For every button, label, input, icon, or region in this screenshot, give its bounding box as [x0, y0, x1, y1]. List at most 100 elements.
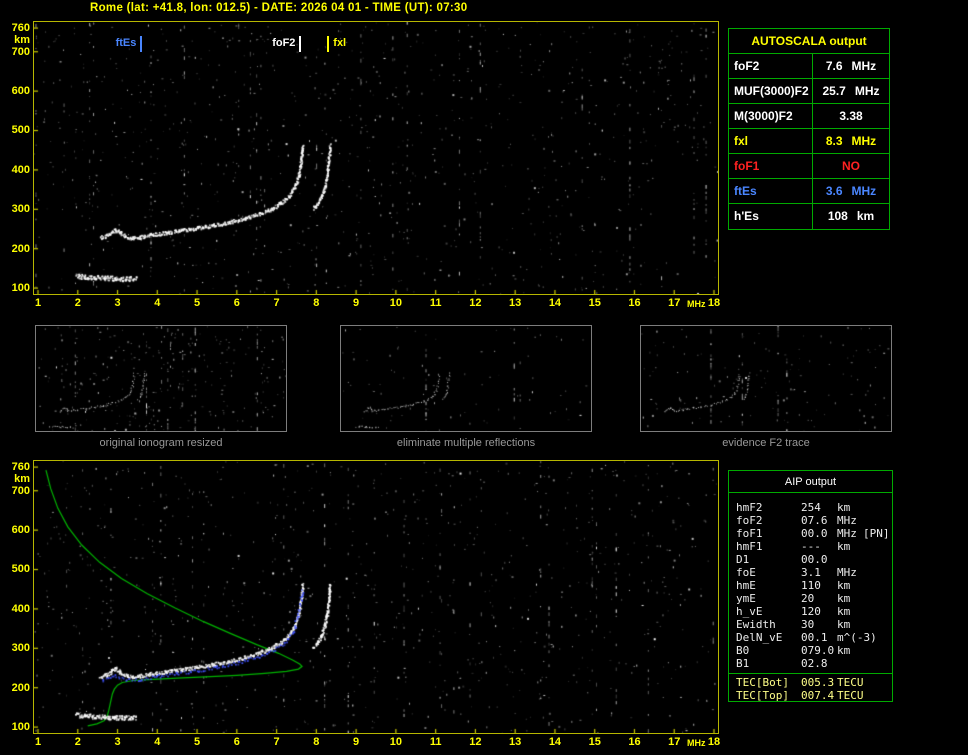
aip-row-hmE: hmE 110 km — [736, 579, 851, 592]
x-axis-label: 3 — [114, 297, 121, 309]
param-value: 3.38 — [839, 109, 863, 123]
main-ionogram-panel — [33, 21, 719, 295]
marker-line-fxl — [327, 36, 330, 52]
thumbnail-cleaned-canvas — [341, 326, 591, 431]
aip-row-foE: foE 3.1 MHz — [736, 566, 857, 579]
x-axis-label: 8 — [313, 297, 320, 309]
x-axis-label: 7 — [273, 736, 280, 748]
y-axis-label: 200 — [11, 242, 30, 255]
x-axis-label: 17 — [668, 297, 681, 309]
x-axis-label: 14 — [548, 736, 562, 748]
autoscala-table-title: AUTOSCALA output — [729, 29, 889, 54]
autoscala-row-MUF(3000)F2: MUF(3000)F2 25.7 MHz — [729, 79, 889, 104]
thumbnail-f2-trace — [640, 325, 892, 432]
autoscala-output-table: AUTOSCALA output foF2 7.6 MHz MUF(3000)F2 25… — [728, 28, 890, 230]
x-axis-label: 16 — [628, 736, 641, 748]
param-value: NO — [842, 159, 860, 173]
param-name: MUF(3000)F2 — [729, 79, 813, 103]
x-axis-label: 15 — [588, 736, 601, 748]
thumbnail-f2-trace-canvas — [641, 326, 891, 431]
x-axis-unit: MHz — [686, 738, 706, 748]
y-axis-label: 700 — [11, 45, 30, 58]
x-axis-label: 10 — [389, 736, 402, 748]
param-name: M(3000)F2 — [729, 104, 813, 128]
thumbnail-multiple-reflections-removed — [340, 325, 592, 432]
marker-label-fxl: fxl — [333, 37, 347, 49]
x-axis-label: 7 — [273, 297, 280, 309]
x-axis-label: 1 — [34, 297, 42, 309]
aip-row-foF2: foF2 07.6 MHz — [736, 514, 857, 527]
y-axis-label: 600 — [11, 524, 30, 537]
param-value: 108 km — [827, 209, 875, 223]
x-axis-label: 12 — [469, 297, 482, 309]
x-axis-label: 16 — [628, 297, 641, 309]
x-axis-label: 15 — [588, 297, 601, 309]
y-axis-label: 400 — [11, 163, 30, 176]
aip-row-TEC[Bot]: TEC[Bot] 005.3 TECU — [736, 676, 864, 689]
y-axis-label: 500 — [11, 124, 30, 137]
param-name: foF1 — [729, 154, 813, 178]
aip-row-hmF2: hmF2 254 km — [736, 501, 851, 514]
aip-row-Ewidth: Ewidth 30 km — [736, 618, 851, 631]
param-value: 8.3 MHz — [825, 134, 877, 148]
aip-table-title: AIP output — [729, 471, 892, 493]
x-axis-label: 6 — [233, 297, 240, 309]
aip-row-DelN_vE: DelN_vE 00.1 m^(-3) — [736, 631, 877, 644]
autoscala-table-body: foF2 7.6 MHz MUF(3000)F2 25.7 MHz M(3000)F2 3.3… — [729, 54, 889, 229]
x-axis-label: 2 — [74, 297, 81, 309]
x-axis-label: 12 — [469, 736, 482, 748]
x-axis-label: 3 — [114, 736, 121, 748]
x-axis-label: 9 — [353, 297, 360, 309]
y-axis-label: 100 — [11, 721, 30, 733]
main-ionogram-canvas — [34, 22, 718, 294]
y-axis-label: 760 — [11, 22, 30, 34]
x-axis-label: 1 — [34, 736, 42, 748]
y-axis-label: 300 — [11, 642, 30, 655]
aip-row-foF1: foF1 00.0 MHz [PN] — [736, 527, 890, 540]
y-axis-label: 100 — [11, 282, 30, 294]
y-axis-label: 200 — [11, 681, 30, 694]
aip-row-hmF1: hmF1 --- km — [736, 540, 851, 553]
param-value: 7.6 MHz — [825, 59, 877, 73]
x-axis-label: 17 — [668, 736, 681, 748]
y-axis-label: 760 — [11, 461, 30, 473]
y-axis-label: 300 — [11, 203, 30, 216]
aip-output-table: AIP output hmF2 254 km foF2 07.6 MHz foF1 00.0 M… — [728, 470, 893, 702]
inverted-ionogram-canvas — [34, 461, 718, 733]
y-axis-label: 700 — [11, 484, 30, 497]
x-axis-label: 2 — [74, 736, 81, 748]
y-axis-unit: km — [14, 473, 30, 485]
param-value: 25.7 MHz — [822, 84, 880, 98]
autoscala-row-foF1: foF1 NO — [729, 154, 889, 179]
aip-table-body: hmF2 254 km foF2 07.6 MHz foF1 00.0 MHz [PN] hmF1-… — [729, 493, 892, 702]
x-axis-label: 6 — [233, 736, 240, 748]
y-axis-label: 600 — [11, 85, 30, 98]
aip-row-D1: D1 00.0 — [736, 553, 828, 566]
x-axis-label: 4 — [154, 297, 161, 309]
y-axis-label: 500 — [11, 563, 30, 576]
x-axis-label: 13 — [509, 736, 522, 748]
x-axis-label: 14 — [548, 297, 562, 309]
aip-row-B1: B1 02.8 — [736, 657, 828, 670]
param-name: ftEs — [729, 179, 813, 203]
autoscala-row-h'Es: h'Es 108 km — [729, 204, 889, 229]
aip-row-h_vE: h_vE 120 km — [736, 605, 851, 618]
x-axis-label: 9 — [353, 736, 360, 748]
aip-separator — [729, 673, 892, 674]
autoscala-row-ftEs: ftEs 3.6 MHz — [729, 179, 889, 204]
aip-row-TEC[Top]: TEC[Top] 007.4 TECU — [736, 689, 864, 702]
aip-row-B0: B0 079.0 km — [736, 644, 851, 657]
thumbnail-original-canvas — [36, 326, 286, 431]
thumbnail-caption-f2trace: evidence F2 trace — [722, 437, 810, 449]
x-axis-label: 5 — [193, 736, 201, 748]
x-axis-label: 11 — [429, 736, 442, 748]
y-axis-label: 400 — [11, 602, 30, 615]
marker-label-ftEs: ftEs — [115, 37, 137, 49]
x-axis-unit: MHz — [686, 299, 706, 309]
marker-line-ftEs — [140, 36, 143, 52]
x-axis-label: 8 — [313, 736, 320, 748]
param-name: foF2 — [729, 54, 813, 78]
x-axis-label: 4 — [154, 736, 161, 748]
x-axis-label: 13 — [509, 297, 522, 309]
thumbnail-caption-original: original ionogram resized — [99, 437, 223, 449]
